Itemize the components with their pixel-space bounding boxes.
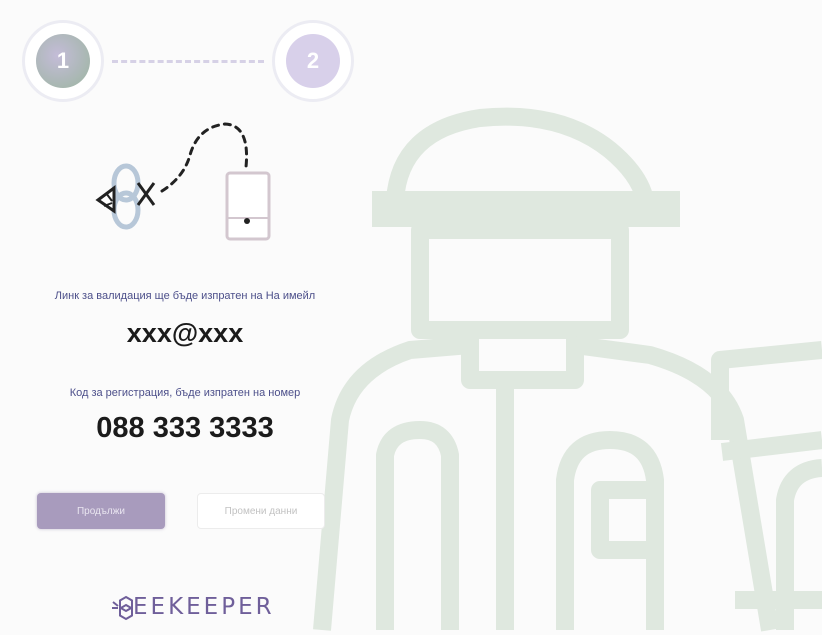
- phone-code-message: Код за регистрация, бъде изпратен на ном…: [69, 387, 301, 399]
- email-value: xxx@xxx: [126, 318, 244, 348]
- email-validation-message: Линк за валидация ще бъде изпратен на На…: [54, 290, 316, 302]
- step-1-number: 1: [56, 48, 70, 73]
- step-indicator: 1 2: [22, 18, 357, 104]
- beekeeper-logo: EEKEEPER: [110, 590, 275, 624]
- bee-icon: [95, 163, 156, 230]
- step-1-circle: 1: [22, 20, 104, 102]
- continue-button[interactable]: Продължи: [37, 493, 165, 529]
- step-2-circle: 2: [272, 20, 354, 102]
- phone-value: 088 333 3333: [96, 412, 274, 444]
- step-connector-line: [112, 60, 264, 63]
- logo-text: EEKEEPER: [133, 594, 275, 620]
- phone-icon: [225, 171, 271, 241]
- step-2-number: 2: [306, 48, 320, 73]
- bee-flying-to-phone-illustration: [95, 122, 271, 241]
- change-data-button[interactable]: Промени данни: [197, 493, 325, 529]
